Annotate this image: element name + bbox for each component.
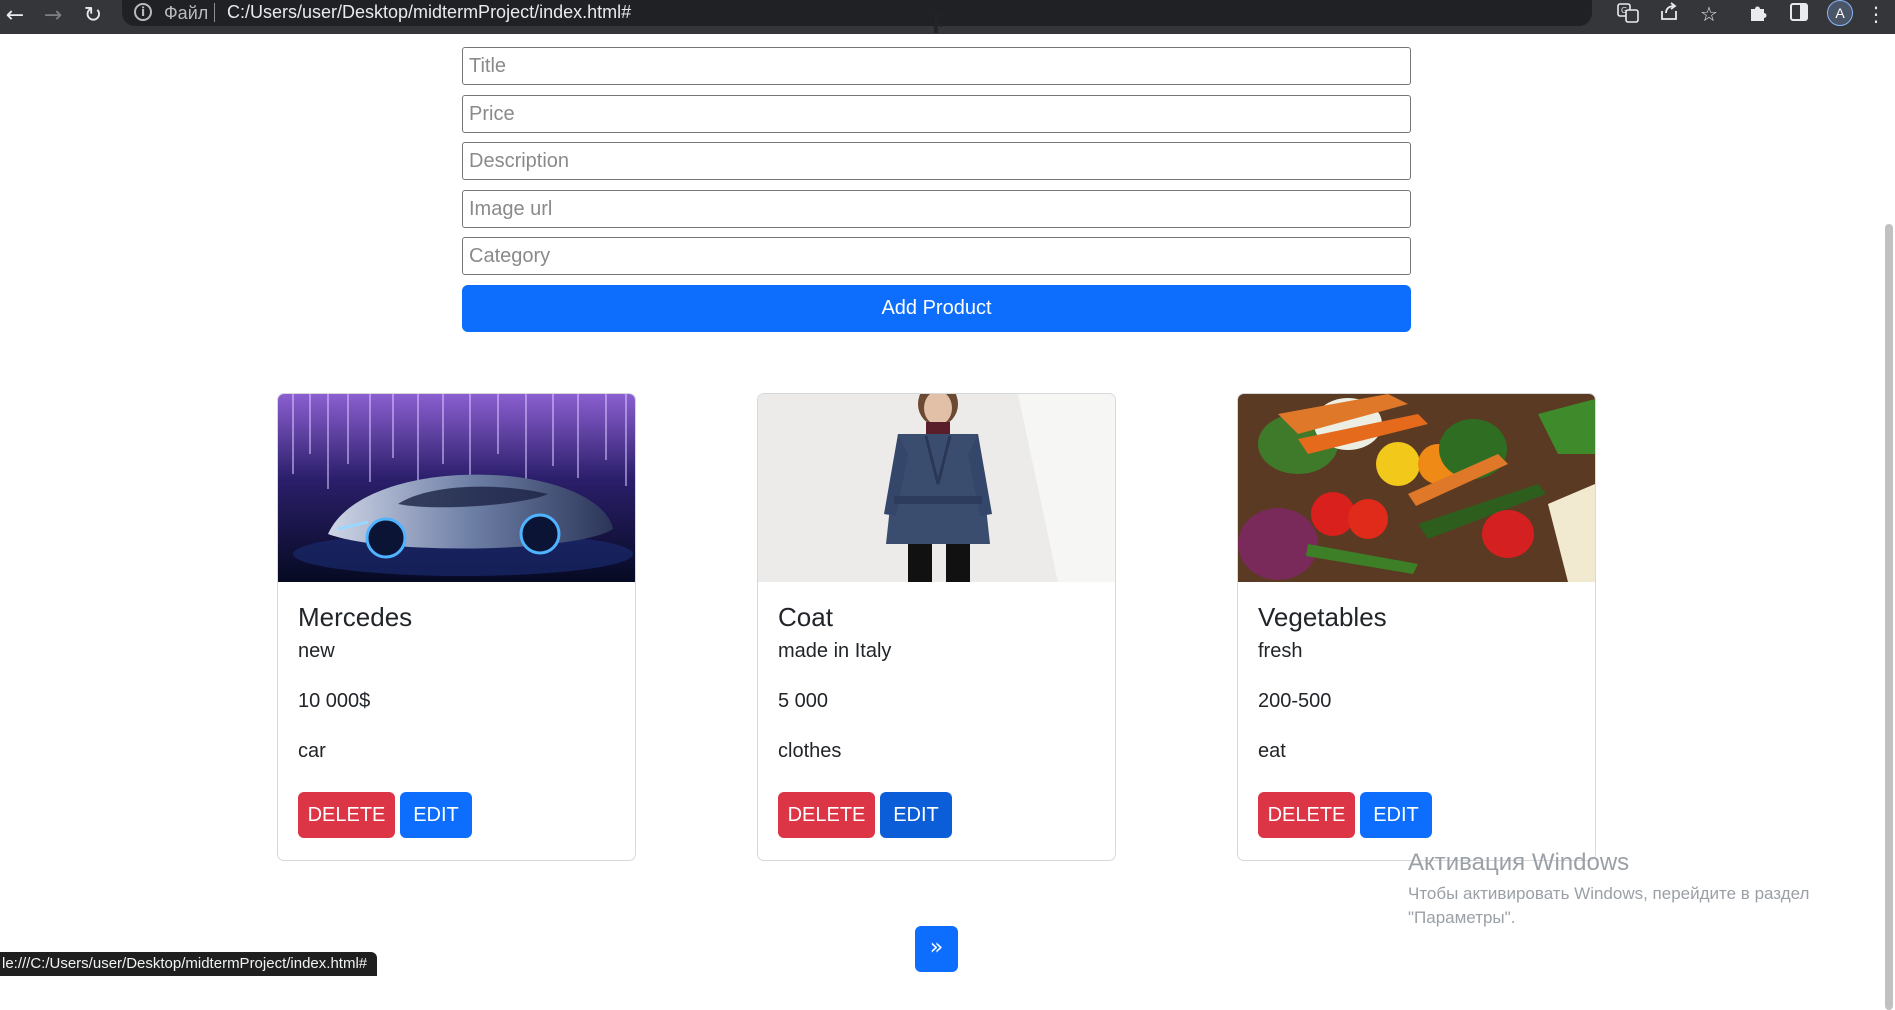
product-card: Vegetables fresh 200-500 eat DELETE EDIT [1237,393,1596,861]
menu-kebab-icon[interactable]: ⋮ [1862,1,1890,29]
product-image-car [278,394,635,582]
edit-button[interactable]: EDIT [400,792,472,838]
product-category: car [298,740,326,762]
forward-arrow-icon[interactable]: → [40,3,66,29]
title-input[interactable] [462,47,1411,85]
category-input[interactable] [462,237,1411,275]
add-product-button[interactable]: Add Product [462,285,1411,332]
activation-title: Активация Windows [1408,849,1630,876]
delete-button[interactable]: DELETE [1258,792,1355,838]
windows-activation-watermark: Активация Windows Чтобы активировать Win… [1408,848,1809,930]
product-description: fresh [1258,640,1303,662]
extensions-puzzle-icon[interactable] [1745,1,1773,29]
translate-icon[interactable]: G [1614,1,1642,29]
product-title: Coat [778,602,833,632]
back-arrow-icon[interactable]: ← [2,3,28,29]
omnibox-separator [214,3,215,22]
file-scheme-label: Файл [164,3,209,23]
next-page-button[interactable]: » [915,926,958,972]
product-description: made in Italy [778,640,892,662]
activation-line: Чтобы активировать Windows, перейдите в … [1408,884,1810,903]
product-title: Mercedes [298,602,413,632]
site-info-icon[interactable]: i [134,3,152,21]
product-price: 10 000$ [298,690,371,712]
profile-avatar[interactable]: A [1827,0,1853,26]
page-scrollbar[interactable] [1883,34,1895,1010]
image-url-input[interactable] [462,190,1411,228]
description-input[interactable] [462,142,1411,180]
product-image-vegetables [1238,394,1595,582]
product-category: clothes [778,740,842,762]
product-category: eat [1258,740,1286,762]
delete-button[interactable]: DELETE [298,792,395,838]
svg-text:G: G [1621,6,1627,15]
scrollbar-thumb[interactable] [1885,224,1893,1010]
product-card: Mercedes new 10 000$ car DELETE EDIT [277,393,636,861]
product-price: 200-500 [1258,690,1332,712]
page-heading: р [932,14,942,33]
product-price: 5 000 [778,690,829,712]
edit-button[interactable]: EDIT [1360,792,1432,838]
delete-button[interactable]: DELETE [778,792,875,838]
browser-toolbar: ← → ↻ i Файл C:/Users/user/Desktop/midte… [0,0,1895,34]
reload-icon[interactable]: ↻ [80,3,106,29]
activation-line: "Параметры". [1408,908,1516,927]
url-text[interactable]: C:/Users/user/Desktop/midtermProject/ind… [227,1,631,23]
product-image-coat [758,394,1115,582]
product-title: Vegetables [1258,602,1387,632]
edit-button[interactable]: EDIT [880,792,952,838]
status-bar-url: le:///C:/Users/user/Desktop/midtermProje… [0,952,378,976]
share-icon[interactable] [1655,1,1683,29]
price-input[interactable] [462,95,1411,133]
bookmark-star-icon[interactable]: ☆ [1695,1,1723,29]
product-card: Coat made in Italy 5 000 clothes DELETE … [757,393,1116,861]
product-description: new [298,640,335,662]
side-panel-icon[interactable] [1785,1,1813,29]
